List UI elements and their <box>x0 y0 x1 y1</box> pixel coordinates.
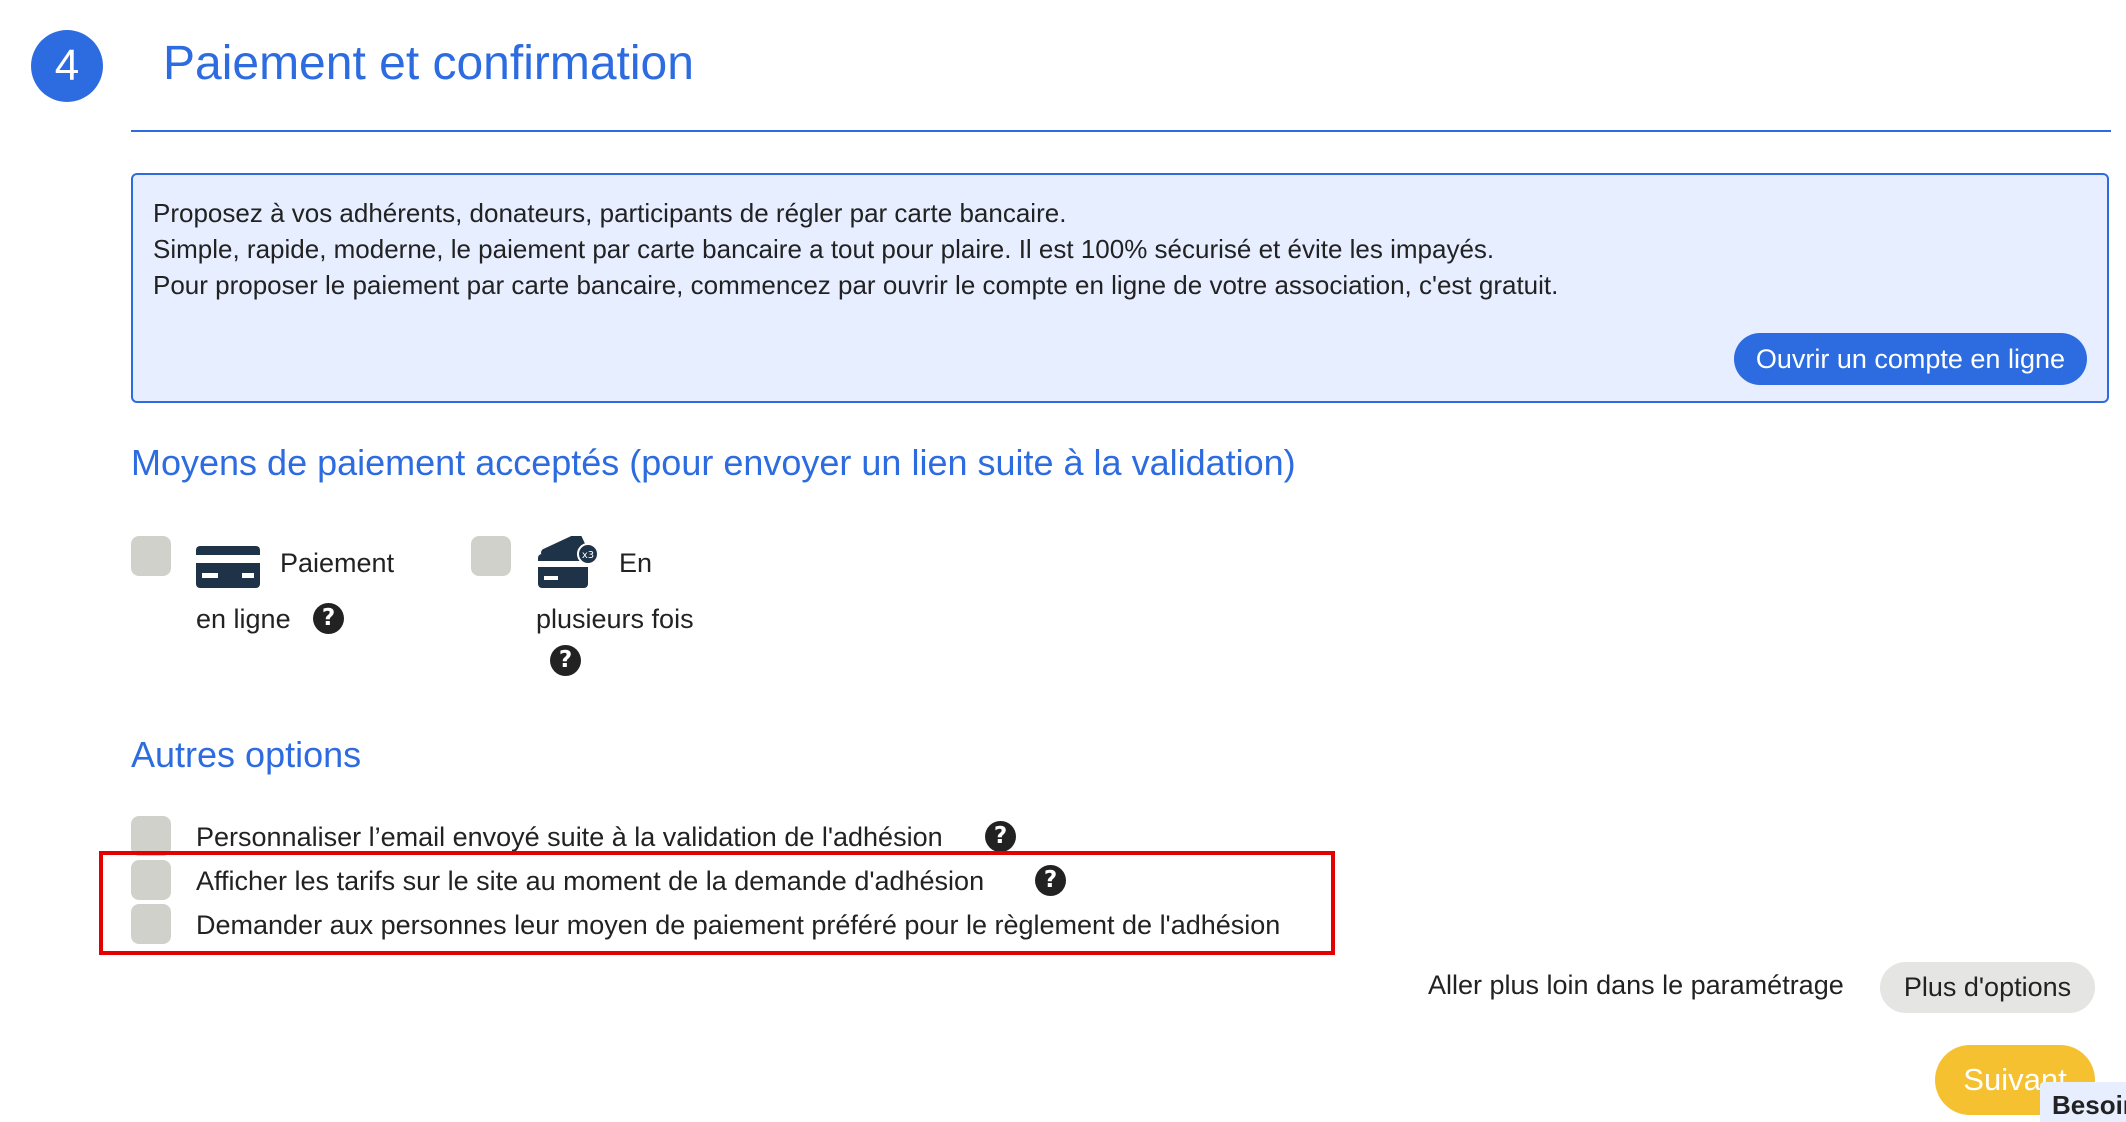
svg-text:x3: x3 <box>582 550 594 561</box>
advanced-settings-label: Aller plus loin dans le paramétrage <box>1428 970 1844 1000</box>
online-payment-checkbox[interactable] <box>131 536 171 576</box>
installments-label-line2: plusieurs fois <box>536 604 694 634</box>
help-tab-label: Besoin <box>2052 1090 2126 1120</box>
installments-label-line1: En <box>619 548 653 578</box>
other-options-heading: Autres options <box>131 734 362 775</box>
installments-help-icon[interactable]: ? <box>550 645 581 676</box>
cards-multiple-icon: x3 <box>534 533 600 597</box>
help-chat-tab[interactable]: Besoin <box>2040 1082 2126 1122</box>
online-payment-label-line2: en ligne <box>196 604 291 634</box>
info-text-line: Simple, rapide, moderne, le paiement par… <box>153 234 1495 264</box>
customize-email-label: Personnaliser l’email envoyé suite à la … <box>196 822 943 852</box>
online-payment-label-line1: Paiement <box>280 548 395 578</box>
online-payment-info-box: Proposez à vos adhérents, donateurs, par… <box>131 173 2109 403</box>
installments-checkbox[interactable] <box>471 536 511 576</box>
highlight-box <box>99 851 1335 955</box>
title-divider <box>131 130 2111 132</box>
customize-email-help-icon[interactable]: ? <box>985 821 1016 852</box>
credit-card-icon <box>196 546 260 593</box>
info-text-line: Pour proposer le paiement par carte banc… <box>153 270 1559 300</box>
info-text-line: Proposez à vos adhérents, donateurs, par… <box>153 198 1067 228</box>
online-payment-help-icon[interactable]: ? <box>313 603 344 634</box>
more-options-button[interactable]: Plus d'options <box>1880 962 2095 1013</box>
customize-email-checkbox[interactable] <box>131 816 171 856</box>
page-title: Paiement et confirmation <box>163 37 694 90</box>
step-number-badge: 4 <box>31 30 103 102</box>
payment-methods-heading: Moyens de paiement acceptés (pour envoye… <box>131 442 1296 483</box>
open-online-account-button[interactable]: Ouvrir un compte en ligne <box>1733 333 2087 385</box>
